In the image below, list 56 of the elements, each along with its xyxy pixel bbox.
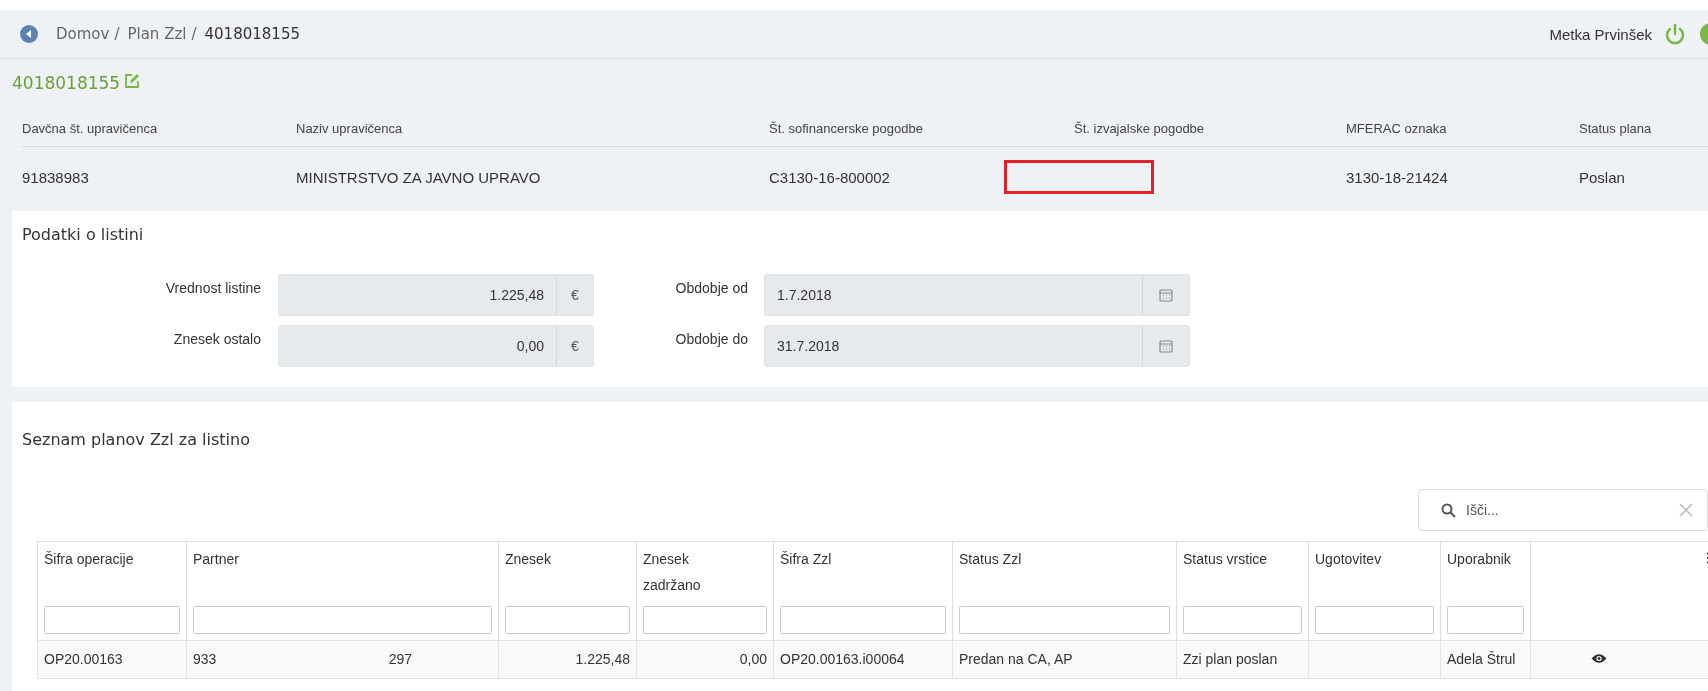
power-icon[interactable] [1664, 23, 1686, 45]
filter-field[interactable] [505, 605, 630, 634]
summary-value: C3130-16-800002 [769, 168, 890, 186]
eye-icon[interactable] [1591, 653, 1607, 664]
breadcrumb-link[interactable]: Domov [56, 25, 110, 43]
table-cell-text: OP20.00163 [44, 651, 123, 667]
column-header: Davčna št. upravičenca [22, 120, 158, 136]
filter-field[interactable] [643, 605, 767, 634]
filter-field[interactable] [1183, 605, 1302, 634]
section-title: Podatki o listini [22, 225, 145, 244]
column-header: Št. sofinancerske pogodbe [769, 120, 923, 136]
breadcrumb-separator: / [191, 25, 197, 43]
back-icon[interactable] [20, 25, 38, 43]
table-cell-text: 933 [193, 651, 217, 667]
close-icon[interactable] [1679, 503, 1693, 517]
edit-icon[interactable] [124, 73, 141, 89]
amount-field[interactable]: 1.225,48 € [278, 274, 594, 316]
filter-field[interactable] [780, 605, 946, 634]
calendar-icon[interactable] [1159, 339, 1173, 353]
summary-value: Poslan [1579, 168, 1625, 186]
search-icon [1441, 502, 1456, 518]
breadcrumb-link[interactable]: Plan Zzl [127, 25, 187, 43]
table-cell-text: Zzi plan poslan [1183, 651, 1278, 667]
filter-field[interactable] [1315, 605, 1434, 634]
column-header: Naziv upravičenca [296, 120, 403, 136]
section-title: Seznam planov Zzl za listino [21, 430, 251, 449]
filter-field[interactable] [959, 605, 1170, 634]
search-box[interactable]: Išči... [1418, 489, 1708, 531]
table-cell-text: Adela Štrul [1447, 651, 1516, 667]
filter-field[interactable] [193, 605, 492, 634]
summary-value: 3130-18-21424 [1346, 168, 1448, 186]
breadcrumb-link[interactable]: 4018018155 [204, 25, 300, 43]
user-name: Metka Prvinšek [1549, 25, 1652, 43]
table-cell-text: 1.225,48 [575, 651, 630, 667]
field-label: Vrednost listine [164, 279, 262, 296]
table-cell-text: 0,00 [739, 651, 767, 667]
field-label: Znesek ostalo [172, 330, 262, 347]
column-header: MFERAC oznaka [1346, 120, 1447, 136]
filter-field[interactable] [1447, 605, 1524, 634]
summary-value: 91838983 [22, 168, 89, 186]
field-label: Obdobje do [674, 330, 749, 347]
date-field[interactable]: 31.7.2018 [764, 325, 1190, 367]
calendar-icon[interactable] [1159, 288, 1173, 302]
filter-field[interactable] [44, 605, 180, 634]
breadcrumb-separator: / [114, 25, 120, 43]
date-field[interactable]: 1.7.2018 [764, 274, 1190, 316]
table-cell-text: Predan na CA, AP [959, 651, 1073, 667]
table-cell-text: OP20.00163.i00064 [780, 651, 905, 667]
amount-field[interactable]: 0,00 € [278, 325, 594, 367]
summary-value: MINISTRSTVO ZA JAVNO UPRAVO [296, 168, 541, 186]
search-field[interactable]: Išči... [1464, 501, 1671, 519]
field-label: Obdobje od [674, 279, 749, 296]
document-number-title: 4018018155 [12, 73, 121, 93]
column-header: Status plana [1579, 120, 1652, 136]
column-header: Št. izvajalske pogodbe [1074, 120, 1205, 136]
table-cell-text: 297 [388, 651, 412, 667]
